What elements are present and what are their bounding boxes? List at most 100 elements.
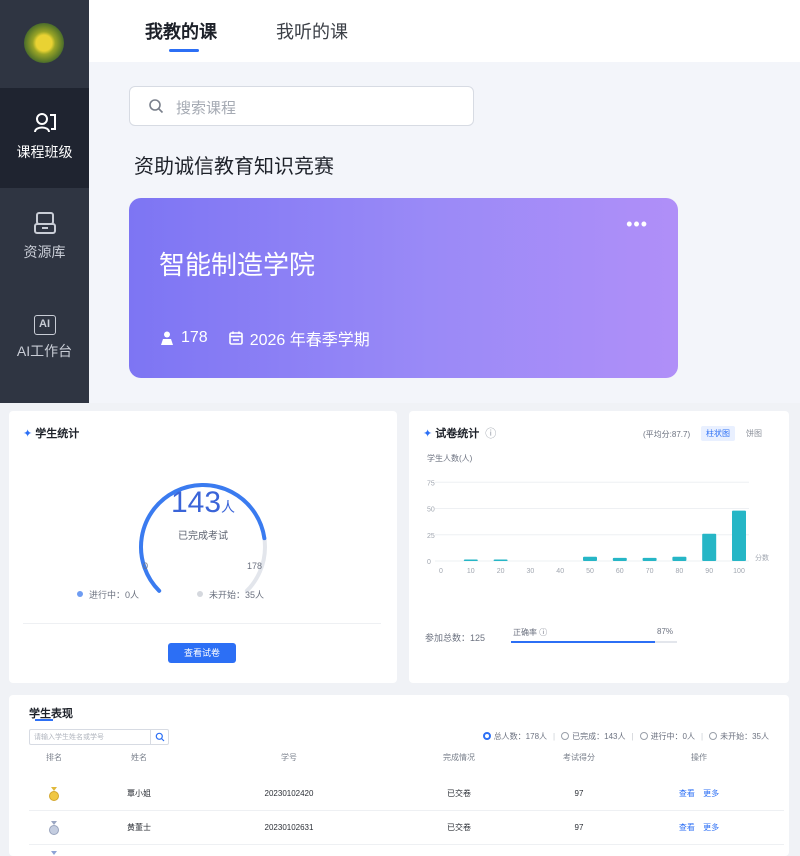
section-title: 资助诚信教育知识竞赛 (134, 156, 334, 178)
exam-stats-panel: ✦ 试卷统计 ⓘ (平均分:87.7) 柱状图 饼图 学生人数(人) 0 25 50 7… (409, 411, 789, 683)
bar (642, 557, 657, 561)
student-search-placeholder: 请输入学生姓名或学号 (34, 734, 104, 741)
gauge-max: 178 (247, 561, 263, 571)
sidebar-item-ai-workbench[interactable]: AI AI工作台 (0, 288, 89, 388)
filter-total[interactable]: 总人数：178人 (482, 731, 547, 742)
student-name: 覃小姐 (127, 789, 151, 798)
search-button[interactable] (150, 730, 168, 744)
divider (23, 623, 381, 624)
column-header: 操作 (691, 753, 707, 762)
gold-medal-icon (29, 777, 79, 810)
search-icon (149, 99, 164, 114)
help-icon: ⓘ (485, 428, 497, 440)
view-exam-button[interactable]: 查看试卷 (168, 643, 236, 663)
more-link[interactable]: 更多 (703, 789, 719, 798)
calendar-icon (228, 331, 243, 345)
row-actions: 查看 更多 (659, 777, 739, 810)
y-tick-label: 0 (427, 559, 431, 566)
column-header: 学号 (281, 753, 297, 762)
x-tick-label: 40 (556, 568, 564, 575)
accuracy-value: 87% (657, 627, 674, 636)
course-meta: 178 2026 年春季学期 (159, 326, 370, 350)
student-name: 黄董士 (127, 823, 151, 832)
student-count-icon (161, 331, 173, 345)
table-title-underline (35, 719, 53, 721)
more-icon[interactable]: ••• (626, 214, 648, 235)
bar-chart-toggle[interactable]: 柱状图 (701, 426, 735, 441)
sidebar-item-label: AI工作台 (16, 343, 73, 359)
sidebar-item-resource-library[interactable]: 资源库 (0, 188, 89, 288)
student-stats-title: ✦ 学生统计 (23, 428, 80, 440)
search-input[interactable]: 搜索课程 (129, 86, 474, 126)
search-placeholder: 搜索课程 (176, 100, 237, 117)
third-medal-icon (29, 847, 79, 856)
legend-not-started: 未开始：35人 (197, 588, 264, 601)
search-icon (155, 732, 165, 742)
top-tabs: 我教的课 我听的课 (89, 0, 800, 62)
x-tick-label: 90 (705, 568, 713, 575)
y-tick-label: 25 (427, 533, 435, 540)
filter-in-progress[interactable]: 进行中：0人 (639, 731, 695, 742)
table-header: 排名 姓名 学号 完成情况 考试得分 操作 (29, 747, 784, 769)
column-header: 考试得分 (563, 753, 595, 762)
accuracy-label: 正确率 ⓘ (513, 628, 548, 637)
bar (732, 510, 746, 561)
bar (493, 559, 508, 561)
y-axis-label: 学生人数(人) (427, 454, 473, 463)
y-tick-label: 75 (427, 480, 435, 487)
more-link[interactable]: 更多 (703, 823, 719, 832)
silver-medal-icon (29, 811, 79, 844)
row-actions: 查看 更多 (659, 811, 739, 844)
student-id: 20230102631 (264, 823, 314, 832)
sidebar-item-course-class[interactable]: 课程班级 (0, 88, 89, 188)
x-tick-label: 30 (527, 568, 535, 575)
course-card[interactable]: ••• 智能制造学院 178 2026 年春季学期 (129, 198, 678, 378)
y-tick-label: 50 (427, 507, 435, 514)
bar (672, 556, 687, 561)
student-count: 178 (181, 329, 208, 346)
ai-icon: AI (33, 315, 56, 335)
avatar[interactable] (24, 23, 64, 63)
legend-in-progress: 进行中：0人 (77, 588, 139, 601)
table-row: 黄董士 20230102631 已交卷 97 查看 更多 (29, 811, 784, 845)
filter-not-started[interactable]: 未开始：35人 (709, 731, 769, 742)
view-link[interactable]: 查看 (679, 823, 695, 832)
pie-chart-toggle[interactable]: 饼图 (741, 426, 767, 441)
completed-label: 已完成考试 (178, 531, 228, 542)
x-tick-label: 50 (586, 568, 594, 575)
x-tick-label: 60 (616, 568, 624, 575)
accuracy-track (511, 641, 677, 643)
x-tick-label: 100 (733, 568, 745, 575)
bar (612, 557, 627, 561)
status-filters: 总人数：178人 | 已完成：143人 | 进行中：0人 | 未开始：35人 (482, 731, 769, 742)
class-icon (33, 113, 56, 133)
completion-status: 已交卷 (447, 823, 471, 832)
view-link[interactable]: 查看 (679, 789, 695, 798)
average-score: (平均分:87.7) (643, 430, 691, 439)
completed-count: 143人 (170, 486, 236, 519)
x-tick-label: 80 (676, 568, 684, 575)
tab-my-listening[interactable]: 我听的课 (276, 18, 348, 44)
tab-my-teaching[interactable]: 我教的课 (145, 18, 217, 44)
score-distribution-chart: 0 25 50 75 0 10 20 30 40 50 60 70 80 90 100 分数 (427, 480, 769, 575)
bar (583, 556, 597, 561)
x-tick-label: 20 (497, 568, 505, 575)
exam-stats-title: ✦ 试卷统计 ⓘ (423, 428, 497, 440)
student-table-panel: 学生表现 请输入学生姓名或学号 总人数：178人 | 已完成：143人 | 进行… (9, 695, 789, 856)
column-header: 排名 (46, 753, 62, 762)
column-header: 姓名 (131, 753, 147, 762)
course-name: 智能制造学院 (159, 250, 316, 280)
accuracy-fill (511, 641, 656, 643)
student-search-input[interactable]: 请输入学生姓名或学号 (29, 729, 169, 745)
exam-score: 97 (574, 823, 584, 832)
x-tick-label: 70 (646, 568, 654, 575)
filter-completed[interactable]: 已完成：143人 (561, 731, 625, 742)
sidebar-item-label: 资源库 (23, 244, 66, 260)
course-term: 2026 年春季学期 (249, 332, 370, 349)
total-participants: 参加总数：125 (425, 633, 486, 643)
x-axis-label: 分数 (755, 553, 769, 562)
x-tick-label: 10 (467, 568, 475, 575)
table-row: 覃小姐 20230102420 已交卷 97 查看 更多 (29, 777, 784, 811)
x-tick-label: 0 (439, 568, 443, 575)
bar (702, 533, 717, 561)
